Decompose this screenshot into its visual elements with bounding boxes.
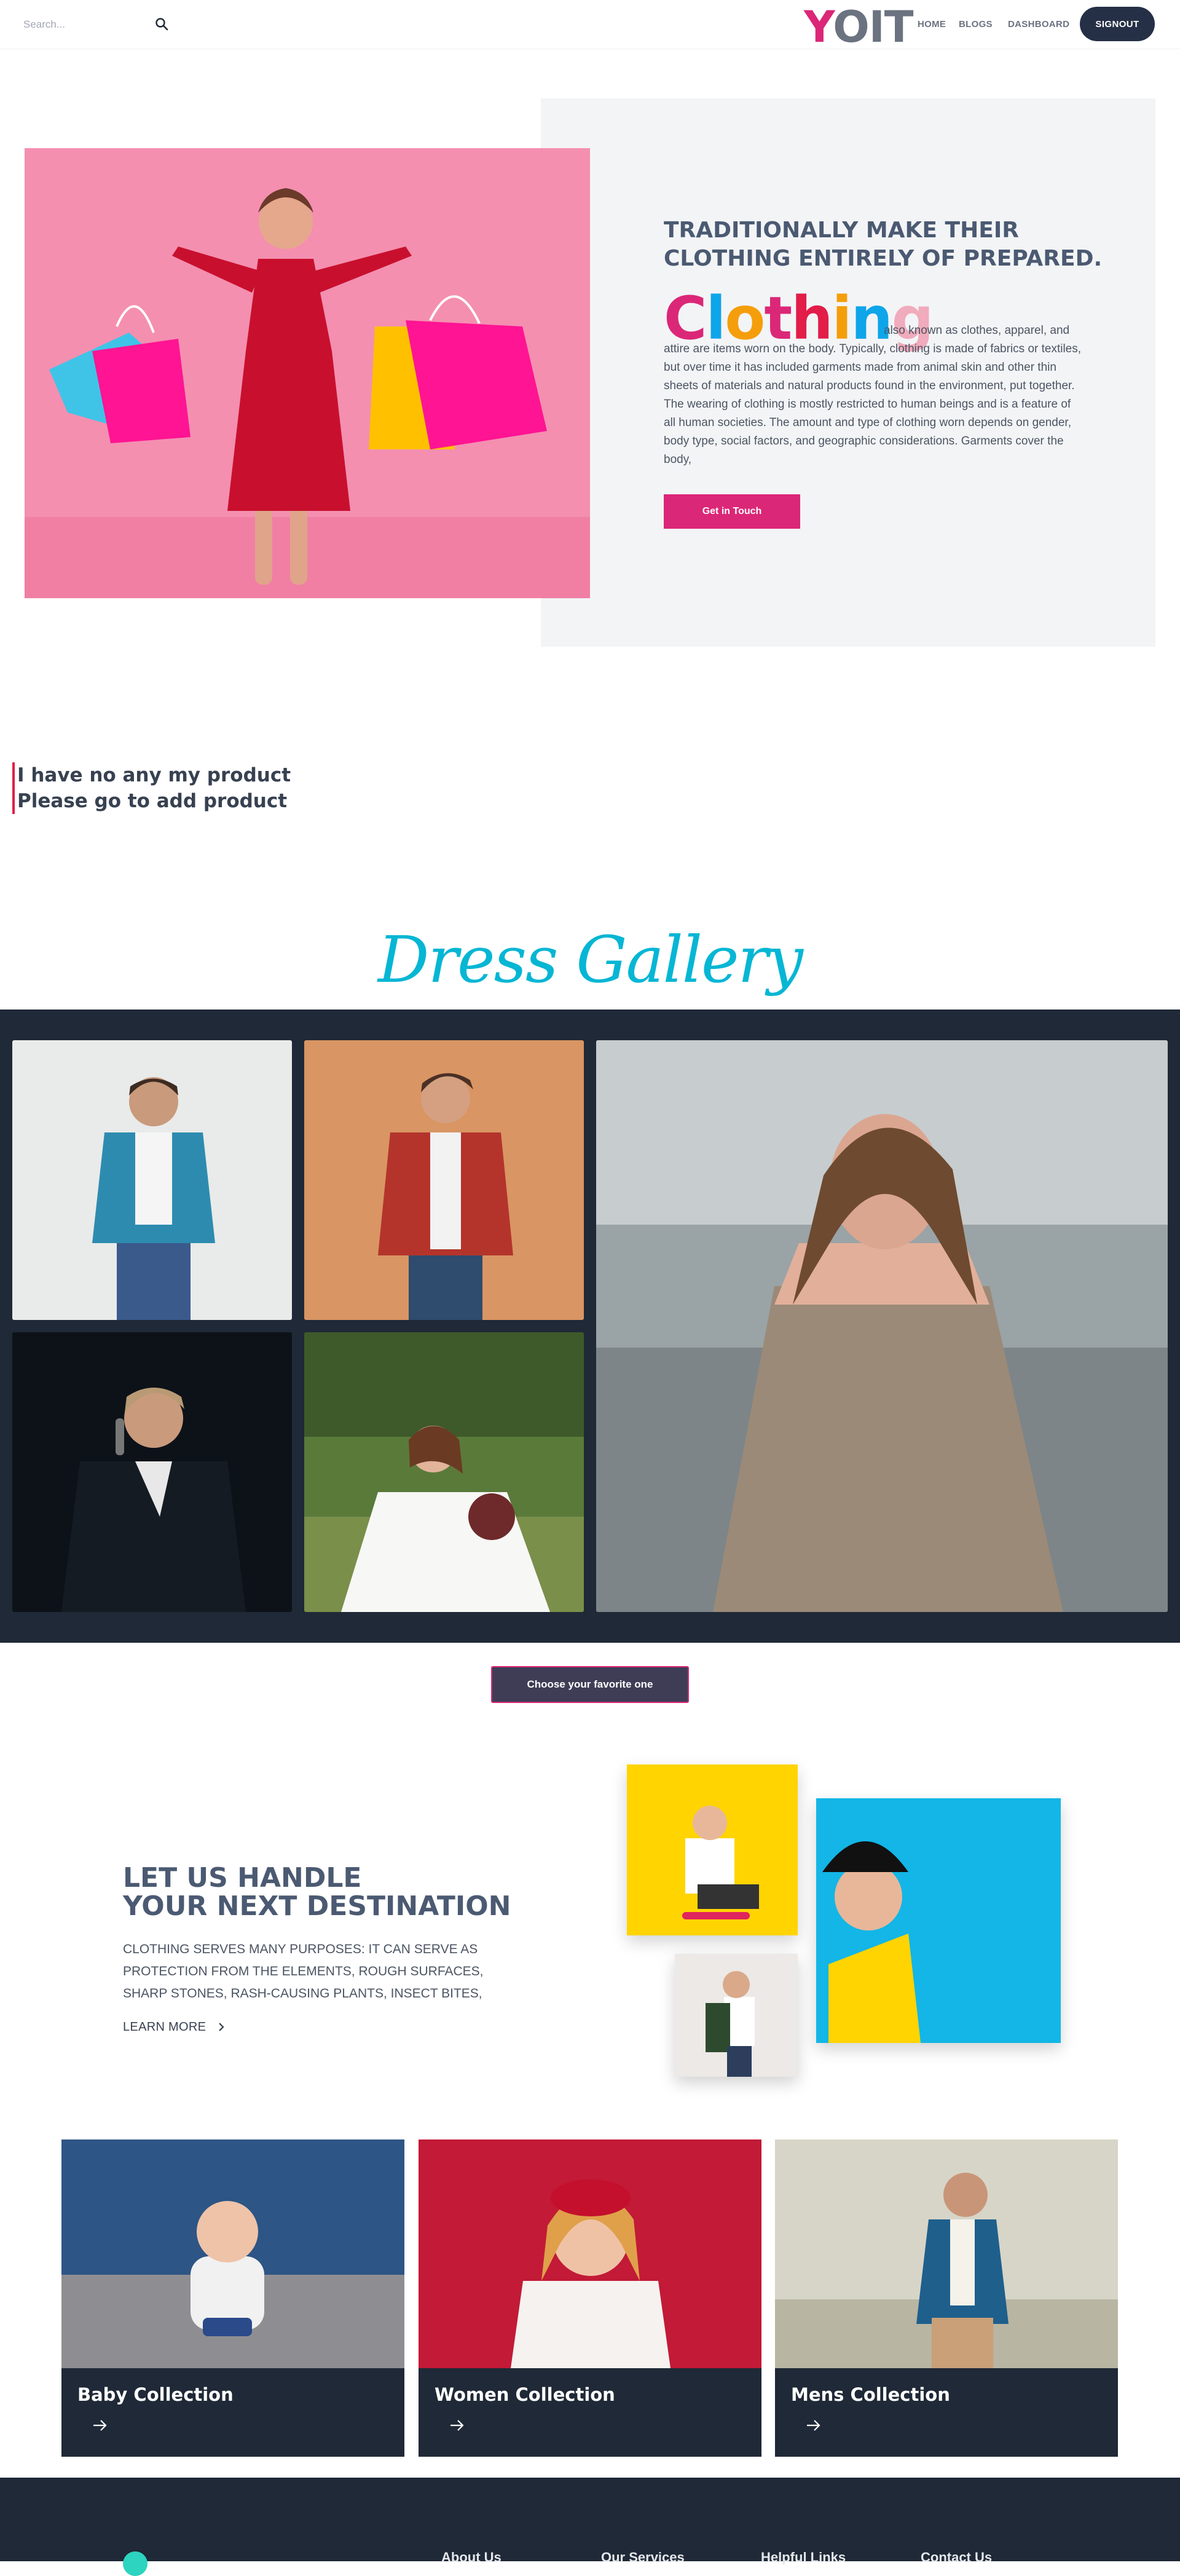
destination-heading-line1: LET US HANDLE xyxy=(123,1862,362,1894)
nav-dashboard[interactable]: DASHBOARD xyxy=(1008,19,1069,30)
site-logo[interactable]: YOIT xyxy=(804,2,914,52)
collection-card-baby[interactable]: Baby Collection xyxy=(61,2139,404,2457)
hero-paragraph: also known as clothes, apparel, and atti… xyxy=(664,322,1082,469)
logo-text: OIT xyxy=(833,2,913,52)
collection-card-women[interactable]: Women Collection xyxy=(419,2139,761,2457)
footer-col-services: Our Services xyxy=(601,2550,685,2565)
chevron-right-icon xyxy=(219,2023,224,2031)
kid-image-jacket xyxy=(675,1954,798,2077)
footer-logo-icon xyxy=(123,2551,148,2576)
destination-heading: LET US HANDLE YOUR NEXT DESTINATION xyxy=(123,1864,511,1921)
footer-col-links: Helpful Links xyxy=(761,2550,846,2565)
gallery-image-singer[interactable] xyxy=(12,1332,292,1612)
hero-heading: TRADITIONALLY MAKE THEIR CLOTHING ENTIRE… xyxy=(664,216,1106,273)
mens-collection-image xyxy=(775,2139,1118,2368)
hero-heading-line1: TRADITIONALLY MAKE THEIR xyxy=(664,218,1019,243)
destination-text: CLOTHING SERVES MANY PURPOSES: IT CAN SE… xyxy=(123,1942,484,2001)
nav-blogs[interactable]: BLOGS xyxy=(959,19,993,30)
mens-collection-title: Mens Collection xyxy=(791,2384,950,2405)
baby-collection-image xyxy=(61,2139,404,2368)
hero-image xyxy=(25,148,590,598)
learn-more-link[interactable]: LEARN MORE xyxy=(123,2020,226,2034)
hero-heading-line2: CLOTHING ENTIRELY OF PREPARED. xyxy=(664,246,1103,271)
arrow-right-icon[interactable] xyxy=(806,2419,822,2432)
arrow-right-icon[interactable] xyxy=(92,2419,108,2432)
site-header: YOIT HOME BLOGS DASHBOARD SIGNOUT xyxy=(0,0,1180,52)
empty-product-notice: I have no any my product Please go to ad… xyxy=(12,762,291,814)
learn-more-label: LEARN MORE xyxy=(123,2020,206,2034)
arrow-right-icon[interactable] xyxy=(449,2419,465,2432)
footer-col-contact: Contact Us xyxy=(921,2550,993,2565)
baby-collection-title: Baby Collection xyxy=(77,2384,234,2405)
kid-image-hat xyxy=(816,1798,1061,2043)
destination-heading-line2: YOUR NEXT DESTINATION xyxy=(123,1891,511,1922)
nav-home[interactable]: HOME xyxy=(918,19,946,30)
site-footer xyxy=(0,2478,1180,2576)
footer-col-about: About Us xyxy=(441,2550,502,2565)
notice-line2: Please go to add product xyxy=(17,790,288,812)
search-icon[interactable] xyxy=(155,17,168,31)
collection-card-mens[interactable]: Mens Collection xyxy=(775,2139,1118,2457)
gallery-title: Dress Gallery xyxy=(377,922,803,997)
hero-paragraph-text: also known as clothes, apparel, and atti… xyxy=(664,324,1082,466)
logo-letter-y: Y xyxy=(804,2,833,52)
women-collection-title: Women Collection xyxy=(435,2384,615,2405)
kid-image-skateboard xyxy=(627,1764,798,1935)
gallery-image-denim-jacket[interactable] xyxy=(12,1040,292,1320)
gallery-image-grey-dress[interactable] xyxy=(596,1040,1168,1612)
get-in-touch-button[interactable]: Get in Touch xyxy=(664,494,800,529)
signout-button[interactable]: SIGNOUT xyxy=(1080,7,1155,41)
notice-line1: I have no any my product xyxy=(17,764,291,786)
gallery-image-plaid-shirt[interactable] xyxy=(304,1040,584,1320)
search-input[interactable] xyxy=(23,14,171,36)
choose-favorite-button[interactable]: Choose your favorite one xyxy=(491,1666,689,1703)
gallery-image-bride[interactable] xyxy=(304,1332,584,1612)
women-collection-image xyxy=(419,2139,761,2368)
